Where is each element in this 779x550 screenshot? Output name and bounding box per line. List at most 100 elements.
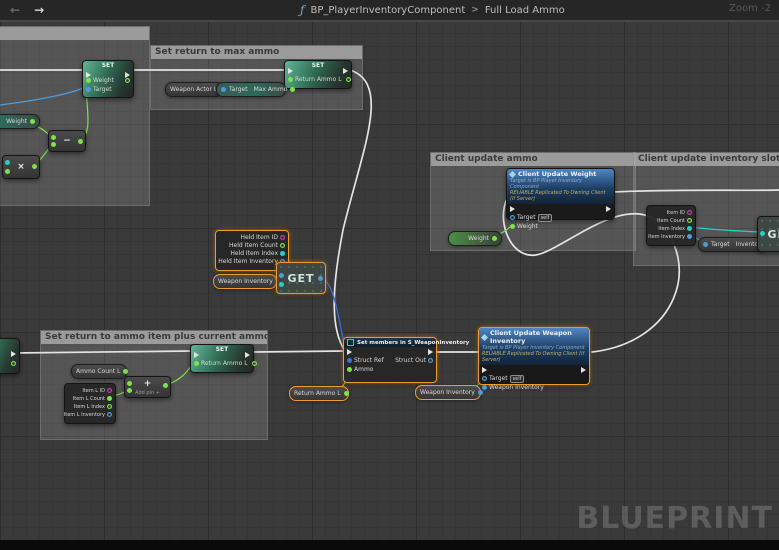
exec-in-pin[interactable] [482,367,487,373]
graph-canvas[interactable]: BLUEPRINT Set return to max ammo Client … [0,20,779,540]
item-index-pin[interactable] [687,226,692,231]
node-client-update-weight[interactable]: Client Update Weight Target is BP Player… [506,168,615,220]
held-item-id-pin[interactable] [280,235,285,240]
pill-ammo-count-l[interactable]: Ammo Count L [71,364,127,379]
self-value[interactable]: self [538,214,553,222]
subtract-in-b-pin[interactable] [51,142,56,147]
held-item-inventory-label: Held Item Inventory [218,258,278,265]
item-count-label: Item Count [657,218,685,224]
exec-in-pin[interactable] [288,68,293,74]
add-pin-button[interactable]: Add pin + [125,390,170,396]
comment-client-update-ammo-title[interactable]: Client update ammo [431,153,635,166]
subtract-out-pin[interactable] [78,139,83,144]
return-ammo-pin[interactable] [194,361,199,366]
node-item-break[interactable]: Item ID Item Count Item Index Item Inven… [646,205,696,246]
return-ammo-pin[interactable] [288,77,293,82]
node-set-return-ammo[interactable]: SET Return Ammo L [190,344,254,373]
exec-out-pin[interactable] [581,367,586,373]
comment-top-left-title[interactable] [0,27,149,40]
multiply-in-b-pin[interactable] [5,169,10,174]
breadcrumb-root[interactable]: BP_PlayerInventoryComponent [310,5,465,16]
exec-out-pin[interactable] [125,72,130,78]
node-subtract[interactable]: − [48,130,86,152]
target-in-pin[interactable] [221,87,226,92]
weight-pin[interactable] [510,224,515,229]
add-out-pin[interactable] [163,383,168,388]
node-set-members[interactable]: Set members in S_WeaponInventory Struct … [343,337,437,383]
exec-out-pin[interactable] [343,68,348,74]
comment-max-ammo-title[interactable]: Set return to max ammo [151,46,362,59]
held-item-index-pin[interactable] [280,251,285,256]
weight-pin[interactable] [86,78,91,83]
target-pin[interactable] [86,87,91,92]
node-set-sliver[interactable] [0,338,20,374]
return-ammo-out-pin[interactable] [344,391,349,396]
item-id-pin[interactable] [687,210,692,215]
target-in-pin[interactable] [703,242,708,247]
held-item-count-pin[interactable] [280,243,285,248]
pill-get-max-ammo[interactable]: Target Max Ammo [216,82,286,97]
node-client-update-weapon-inventory[interactable]: Client Update Weapon Inventory Target is… [478,327,590,385]
item-l-index-pin[interactable] [107,404,112,409]
weapon-inventory-pin[interactable] [482,385,487,390]
value-out-pin[interactable] [125,78,130,83]
struct-out-label: Struct Out [395,357,426,364]
exec-out-pin[interactable] [11,351,16,357]
target-pin[interactable] [510,215,515,220]
target-pin[interactable] [482,376,487,381]
node-array-get[interactable]: GET [276,262,326,294]
multiply-in-a-pin[interactable] [5,160,10,165]
pill-weapon-inventory-bottom[interactable]: Weapon Inventory [415,385,481,400]
node-item-l-break[interactable]: Item L ID Item L Count Item L Index Item… [64,383,116,424]
exec-in-pin[interactable] [86,72,91,78]
exec-in-pin[interactable] [347,349,352,355]
struct-ref-pin[interactable] [347,358,352,363]
pill-weight[interactable]: Weight [448,231,502,246]
value-out-pin[interactable] [252,361,257,366]
pill-return-ammo-l[interactable]: Return Ammo L [289,386,349,401]
item-l-inventory-pin[interactable] [107,412,112,417]
exec-out-pin[interactable] [606,206,611,212]
item-inventory-pin[interactable] [687,234,692,239]
node-array-get-right[interactable]: GET [757,216,779,252]
exec-in-pin[interactable] [194,352,199,358]
nav-back-icon[interactable]: ← [10,0,20,20]
exec-in-pin[interactable] [510,206,515,212]
element-out-pin[interactable] [318,276,323,281]
comment-client-update-inventory-slot-title[interactable]: Client update inventory slot [634,153,779,166]
node-set-return-max-ammo[interactable]: SET Return Ammo L [284,60,352,89]
item-l-id-pin[interactable] [107,388,112,393]
weight-out-pin[interactable] [492,236,497,241]
breadcrumb-current[interactable]: Full Load Ammo [485,5,565,16]
exec-out-pin[interactable] [245,352,250,358]
ammo-pin[interactable] [347,367,352,372]
add-in-a-pin[interactable] [127,381,132,386]
multiply-out-pin[interactable] [32,164,37,169]
nav-forward-icon[interactable]: → [34,0,44,20]
item-l-count-pin[interactable] [107,396,112,401]
item-count-pin[interactable] [687,218,692,223]
node-multiply[interactable]: × [2,155,40,179]
weight-out-pin[interactable] [30,119,35,124]
comment-ammo-plus-title[interactable]: Set return to ammo item plus current amm… [41,331,267,344]
index-in-pin[interactable] [279,282,284,287]
value-out-pin[interactable] [346,77,351,82]
self-value[interactable]: self [510,375,525,383]
pill-get-weight[interactable]: Target Weight [0,114,40,129]
pill-weapon-inventory-mid[interactable]: Weapon Inventory [213,274,277,289]
node-set-weight[interactable]: SET Weight Target [82,60,134,98]
value-out-pin[interactable] [11,361,16,366]
weapon-actor-label: Weapon Actor L [170,86,217,93]
pill-weapon-actor-l[interactable]: Weapon Actor L [165,82,223,97]
node-add[interactable]: + Add pin + [124,376,171,398]
exec-out-pin[interactable] [428,349,433,355]
subtract-in-a-pin[interactable] [51,135,56,140]
weapon-inventory-out-pin[interactable] [478,390,483,395]
weight-label: Weight [6,118,27,125]
struct-out-pin[interactable] [428,358,433,363]
breadcrumb-separator-icon: > [471,5,479,15]
array-in-pin[interactable] [279,273,284,278]
get-title: GET [767,228,779,241]
set-weight-title: SET [83,61,133,70]
index-in-pin[interactable] [760,231,765,236]
